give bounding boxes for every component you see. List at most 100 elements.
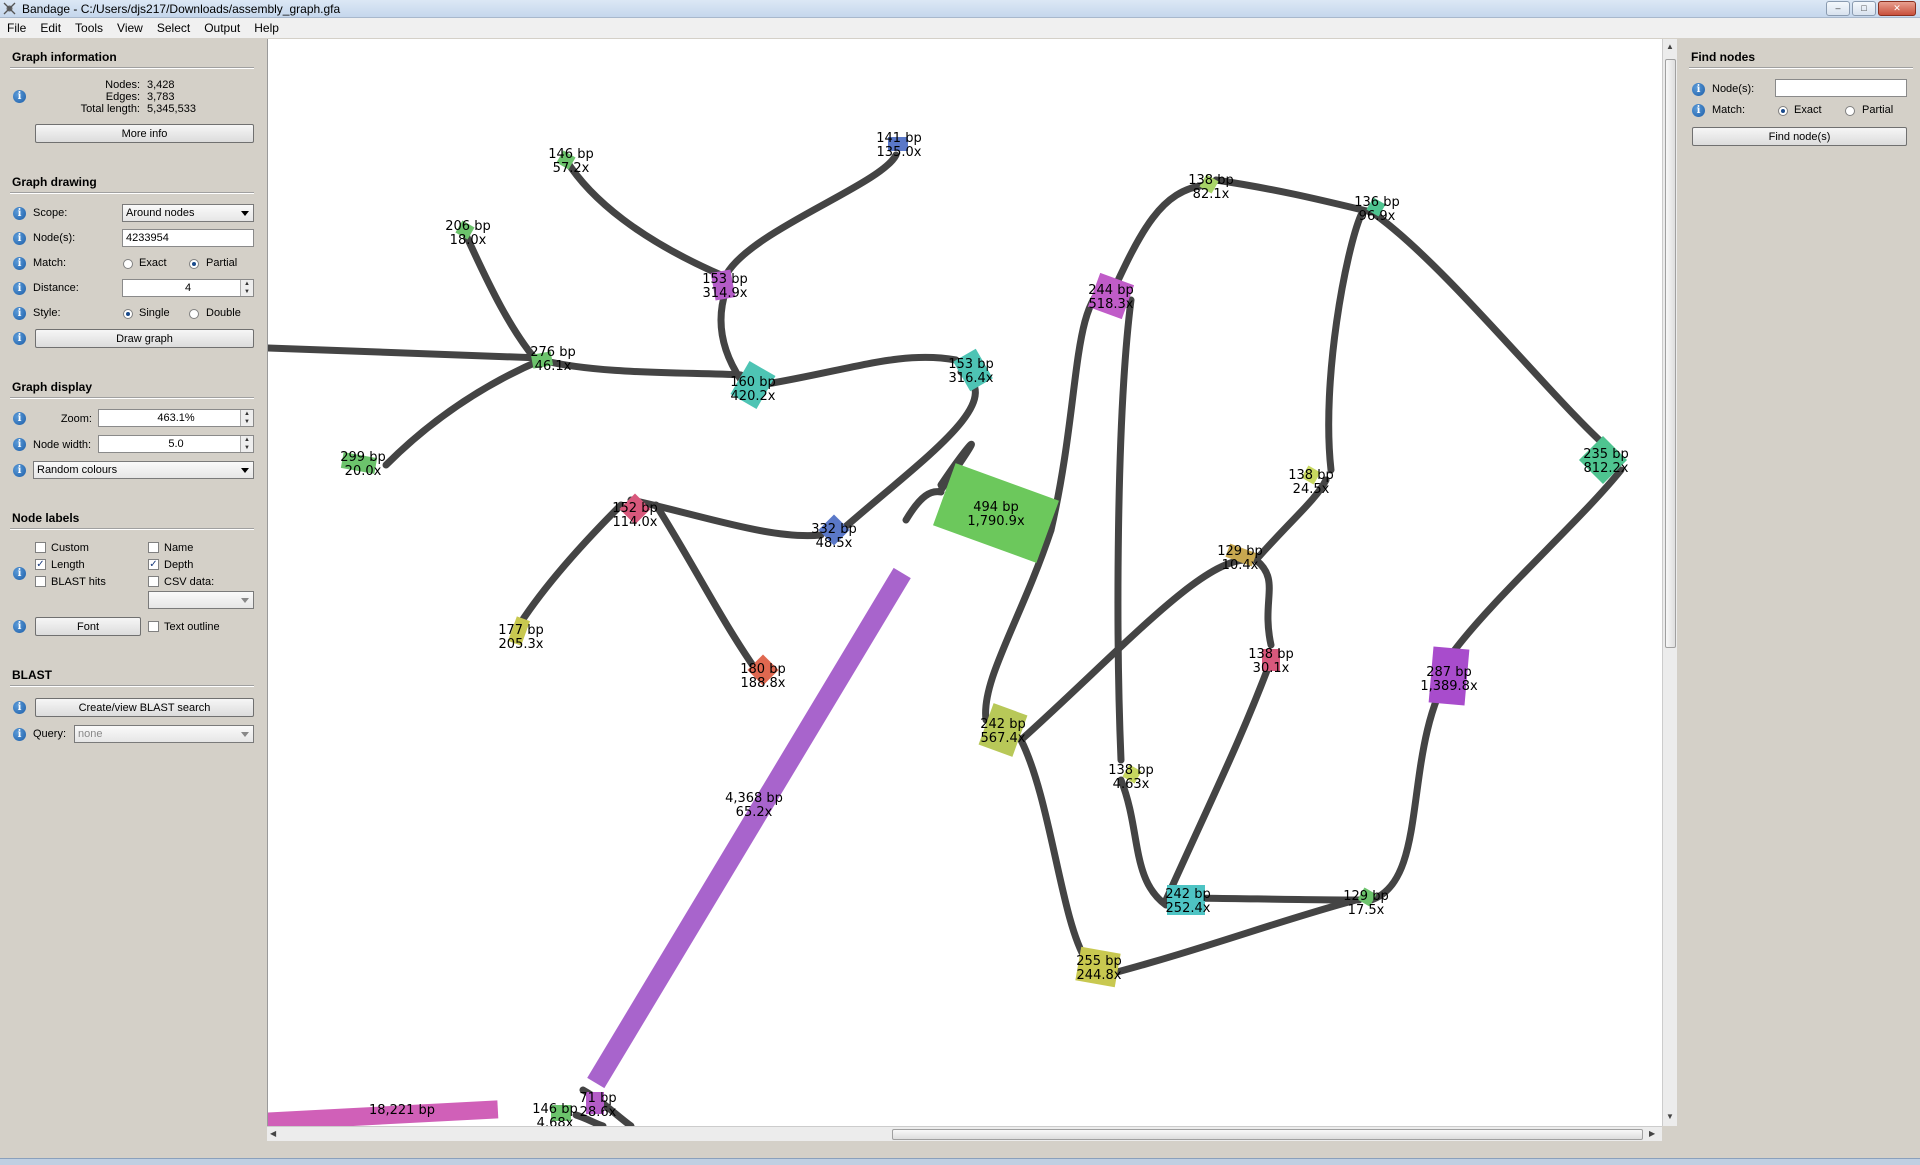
close-button[interactable]: ✕: [1878, 1, 1916, 16]
scroll-thumb[interactable]: [1665, 59, 1676, 648]
style-double-label: Double: [206, 307, 241, 319]
csv-data-checkbox[interactable]: [148, 576, 159, 587]
app-icon: [3, 2, 16, 15]
info-icon[interactable]: i: [13, 90, 26, 103]
find-nodes-button[interactable]: Find node(s): [1692, 127, 1907, 146]
info-icon[interactable]: i: [13, 438, 26, 451]
assembly-graph[interactable]: 146 bp57.2x141 bp135.0x206 bp18.0x153 bp…: [268, 39, 1663, 1126]
node-length-label: 299 bp: [340, 450, 385, 465]
graph-node[interactable]: [587, 567, 911, 1089]
title-bar: Bandage - C:/Users/djs217/Downloads/asse…: [0, 0, 1920, 18]
depth-checkbox[interactable]: ✓: [148, 559, 159, 570]
menu-file[interactable]: File: [0, 18, 33, 38]
node-length-label: 146 bp: [548, 147, 593, 162]
info-icon[interactable]: i: [13, 232, 26, 245]
graph-information-title: Graph information: [12, 50, 117, 64]
info-icon[interactable]: i: [13, 701, 26, 714]
info-icon[interactable]: i: [13, 257, 26, 270]
nodes-input[interactable]: 4233954: [122, 229, 254, 247]
node-width-spinbox[interactable]: 5.0 ▲ ▼: [98, 435, 254, 453]
info-icon[interactable]: i: [1692, 104, 1705, 117]
nodes-count-value: 3,428: [147, 79, 175, 91]
graph-edge: [1114, 296, 1135, 764]
edges-count-value: 3,783: [147, 91, 175, 103]
match-partial-radio[interactable]: [189, 259, 199, 269]
node-length-label: 71 bp: [579, 1091, 616, 1106]
section-divider: [10, 192, 254, 194]
info-icon[interactable]: i: [1692, 83, 1705, 96]
custom-checkbox[interactable]: [35, 542, 46, 553]
query-dropdown[interactable]: none: [74, 725, 254, 743]
node-length-label: 177 bp: [498, 623, 543, 638]
graph-edge: [717, 286, 745, 384]
find-nodes-panel: Find nodes i Node(s): i Match: Exact Par…: [1677, 39, 1920, 1141]
node-depth-label: 28.6x: [580, 1105, 617, 1120]
style-double-radio[interactable]: [189, 309, 199, 319]
graph-edge: [1447, 466, 1625, 659]
info-icon[interactable]: i: [13, 464, 26, 477]
spin-arrows-icon[interactable]: ▲ ▼: [240, 410, 253, 426]
distance-spinbox[interactable]: 4 ▲ ▼: [122, 279, 254, 297]
window-title: Bandage - C:/Users/djs217/Downloads/asse…: [22, 2, 341, 16]
info-icon[interactable]: i: [13, 332, 26, 345]
menu-select[interactable]: Select: [150, 18, 197, 38]
font-button[interactable]: Font: [35, 617, 141, 636]
find-match-exact-radio[interactable]: [1778, 106, 1788, 116]
node-depth-label: 30.1x: [1253, 661, 1290, 676]
graph-edge: [1017, 556, 1250, 744]
style-single-radio[interactable]: [123, 309, 133, 319]
menu-edit[interactable]: Edit: [33, 18, 68, 38]
text-outline-checkbox[interactable]: [148, 621, 159, 632]
colour-scheme-dropdown[interactable]: Random colours: [33, 461, 254, 479]
node-length-label: 235 bp: [1583, 447, 1628, 462]
node-depth-label: 82.1x: [1193, 187, 1230, 202]
section-divider: [10, 397, 254, 399]
name-checkbox[interactable]: [148, 542, 159, 553]
info-icon[interactable]: i: [13, 282, 26, 295]
spin-arrows-icon[interactable]: ▲ ▼: [240, 280, 253, 296]
chevron-down-icon: [241, 211, 249, 216]
spin-arrows-icon[interactable]: ▲ ▼: [240, 436, 253, 452]
scroll-thumb[interactable]: [892, 1129, 1643, 1140]
vertical-scrollbar[interactable]: ▲ ▼: [1662, 39, 1677, 1126]
find-match-partial-radio[interactable]: [1845, 106, 1855, 116]
zoom-spinbox[interactable]: 463.1% ▲ ▼: [98, 409, 254, 427]
menu-view[interactable]: View: [110, 18, 150, 38]
graph-canvas[interactable]: 146 bp 57.2x 141 bp 135.0x 206 bp 18.0x 153 bp…: [267, 39, 1673, 1126]
zoom-value: 463.1%: [157, 412, 195, 424]
match-exact-radio[interactable]: [123, 259, 133, 269]
node-length-label: 160 bp: [730, 375, 775, 390]
scroll-down-icon[interactable]: ▼: [1666, 1112, 1674, 1121]
scroll-up-icon[interactable]: ▲: [1666, 42, 1674, 51]
menu-bar: File Edit Tools View Select Output Help: [0, 18, 1920, 38]
scope-dropdown[interactable]: Around nodes: [122, 204, 254, 222]
info-icon[interactable]: i: [13, 567, 26, 580]
info-icon[interactable]: i: [13, 412, 26, 425]
more-info-button[interactable]: More info: [35, 124, 254, 143]
minimize-button[interactable]: –: [1826, 1, 1850, 16]
graph-display-title: Graph display: [12, 380, 93, 394]
info-icon[interactable]: i: [13, 620, 26, 633]
maximize-button[interactable]: □: [1852, 1, 1876, 16]
node-depth-label: 18.0x: [450, 233, 487, 248]
draw-graph-button[interactable]: Draw graph: [35, 329, 254, 348]
scroll-left-icon[interactable]: ◀: [270, 1129, 276, 1138]
node-length-label: 242 bp: [980, 717, 1025, 732]
create-blast-search-button[interactable]: Create/view BLAST search: [35, 698, 254, 717]
edges-count-label: Edges:: [105, 91, 140, 103]
info-icon[interactable]: i: [13, 307, 26, 320]
info-icon[interactable]: i: [13, 728, 26, 741]
menu-tools[interactable]: Tools: [68, 18, 110, 38]
node-depth-label: 24.5x: [1293, 482, 1330, 497]
menu-output[interactable]: Output: [197, 18, 247, 38]
blast-hits-checkbox[interactable]: [35, 576, 46, 587]
node-length-label: 138 bp: [1248, 647, 1293, 662]
find-nodes-input[interactable]: [1775, 79, 1907, 97]
info-icon[interactable]: i: [13, 207, 26, 220]
csv-data-dropdown[interactable]: [148, 591, 254, 609]
scroll-right-icon[interactable]: ▶: [1649, 1129, 1655, 1138]
match-partial-label: Partial: [206, 257, 238, 269]
menu-help[interactable]: Help: [247, 18, 286, 38]
length-checkbox[interactable]: ✓: [35, 559, 46, 570]
horizontal-scrollbar[interactable]: ◀ ▶: [267, 1126, 1662, 1141]
